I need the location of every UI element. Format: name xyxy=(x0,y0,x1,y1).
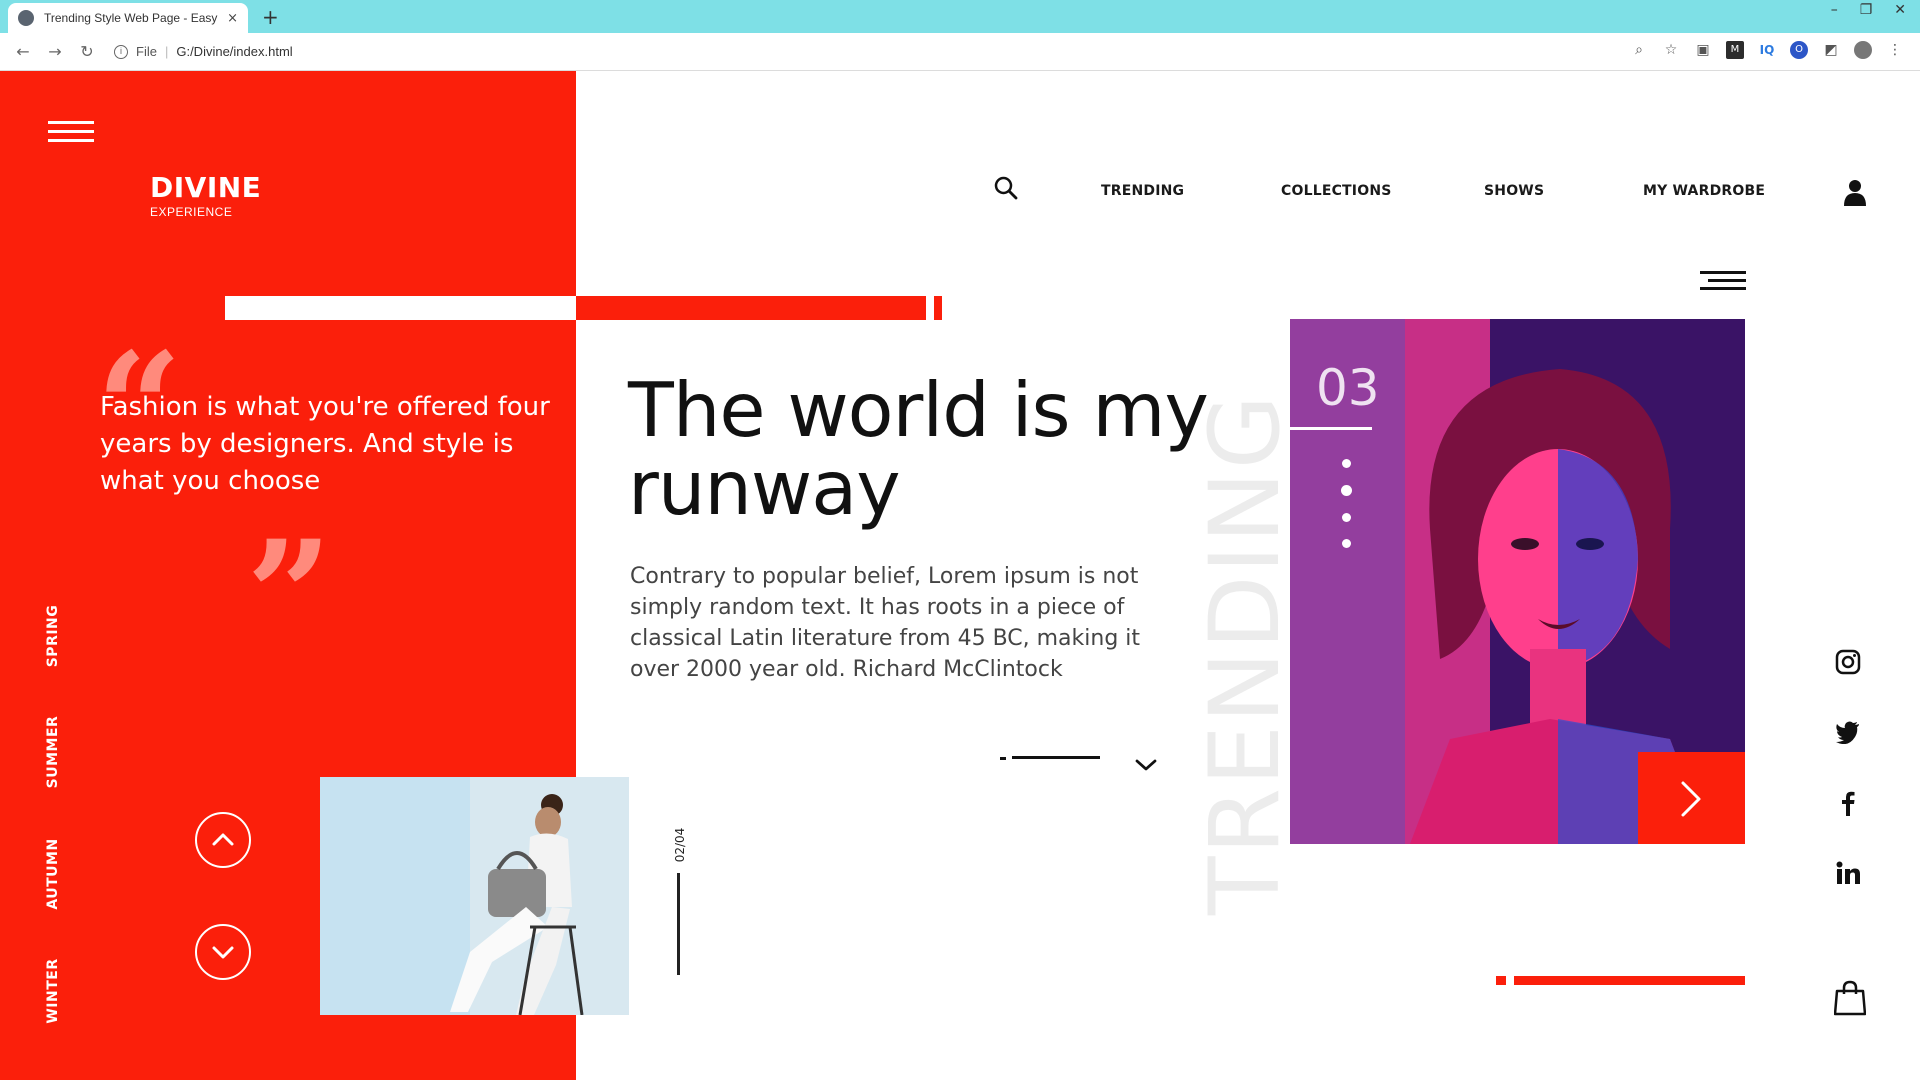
scroll-down-button[interactable] xyxy=(195,924,251,980)
brand-logo[interactable]: DIVINE EXPERIENCE xyxy=(150,171,261,219)
slider-indicator-dash xyxy=(1000,757,1006,760)
pagination-dot[interactable] xyxy=(1342,539,1351,548)
feature-photo[interactable]: 03 xyxy=(1290,319,1745,844)
browser-tab-bar: Trending Style Web Page - Easy × + – ❐ ✕ xyxy=(0,0,1920,33)
hero-body-text: Contrary to popular belief, Lorem ipsum … xyxy=(630,564,1141,682)
fashion-model-photo[interactable] xyxy=(320,777,629,1015)
linkedin-icon xyxy=(1836,861,1860,884)
instagram-link[interactable] xyxy=(1835,649,1861,679)
search-icon xyxy=(994,176,1018,200)
decorative-red-bar-small xyxy=(934,296,942,320)
reload-icon[interactable]: ↻ xyxy=(78,42,96,61)
decorative-red-mark xyxy=(1496,976,1506,985)
chevron-down-icon xyxy=(1135,759,1157,771)
season-summer[interactable]: SUMMER xyxy=(38,712,68,792)
close-window-icon[interactable]: ✕ xyxy=(1894,2,1906,18)
o-extension-icon[interactable]: O xyxy=(1790,41,1808,59)
pdf-extension-icon[interactable]: ◩ xyxy=(1822,41,1840,59)
facebook-link[interactable] xyxy=(1840,790,1856,820)
user-icon xyxy=(1844,180,1866,206)
window-controls: – ❐ ✕ xyxy=(1831,2,1906,18)
next-slide-button[interactable] xyxy=(1638,752,1745,844)
trending-vertical-label: TRENDING xyxy=(1189,392,1301,915)
bookmark-star-icon[interactable]: ☆ xyxy=(1662,41,1680,59)
twitter-icon xyxy=(1836,721,1859,745)
nav-shows[interactable]: SHOWS xyxy=(1484,183,1544,199)
quote-close-mark: ” xyxy=(246,508,333,684)
back-icon[interactable]: ← xyxy=(14,42,32,61)
extension-icons: ⌕ ☆ ▣ M IQ O ◩ ⋮ xyxy=(1630,41,1904,59)
restore-icon[interactable]: ❐ xyxy=(1860,2,1873,18)
decorative-red-bar xyxy=(576,296,926,320)
feature-pagination-dots xyxy=(1341,459,1352,565)
season-winter[interactable]: WINTER xyxy=(38,951,68,1031)
decorative-white-bar xyxy=(225,296,576,320)
hero-headline: The world is my runway xyxy=(628,366,1209,532)
expand-button[interactable] xyxy=(1134,757,1158,777)
browser-menu-icon[interactable]: ⋮ xyxy=(1886,41,1904,59)
nav-my-wardrobe[interactable]: MY WARDROBE xyxy=(1643,183,1765,199)
quote-text: Fashion is what you're offered four year… xyxy=(100,392,550,496)
nav-collections[interactable]: COLLECTIONS xyxy=(1281,183,1392,199)
seated-model-illustration xyxy=(320,777,629,1015)
info-icon[interactable]: i xyxy=(114,44,128,59)
user-account-button[interactable] xyxy=(1843,179,1867,211)
twitter-link[interactable] xyxy=(1835,720,1861,748)
profile-avatar-icon[interactable] xyxy=(1854,41,1872,59)
brand-subtitle: EXPERIENCE xyxy=(150,205,233,219)
nav-trending[interactable]: TRENDING xyxy=(1101,183,1184,199)
hero-headline-line-2: runway xyxy=(628,444,901,532)
chevron-down-icon xyxy=(212,946,234,959)
slide-counter-label: 02/04 xyxy=(673,827,687,863)
minimize-icon[interactable]: – xyxy=(1831,2,1838,18)
url-scheme: File xyxy=(136,44,157,59)
decorative-red-bottom-bar xyxy=(1514,976,1745,985)
new-tab-button[interactable]: + xyxy=(262,5,279,29)
season-autumn[interactable]: AUTUMN xyxy=(38,834,68,914)
pagination-dot[interactable] xyxy=(1342,513,1351,522)
brand-name: DIVINE xyxy=(150,171,262,204)
facebook-icon xyxy=(1842,791,1855,816)
pagination-dot[interactable] xyxy=(1342,459,1351,468)
tab-favicon-icon xyxy=(18,10,34,26)
iq-extension-icon[interactable]: IQ xyxy=(1758,41,1776,59)
url-separator: | xyxy=(164,44,169,59)
url-field[interactable]: i File | G:/Divine/index.html xyxy=(114,44,293,59)
camera-extension-icon[interactable]: ▣ xyxy=(1694,41,1712,59)
tab-close-icon[interactable]: × xyxy=(227,11,238,26)
slider-indicator-line[interactable] xyxy=(1012,756,1100,759)
page: DIVINE EXPERIENCE “ Fashion is what you'… xyxy=(0,71,1920,1080)
zoom-icon[interactable]: ⌕ xyxy=(1630,41,1648,59)
tab-title: Trending Style Web Page - Easy xyxy=(44,11,218,25)
season-spring[interactable]: SPRING xyxy=(38,596,68,676)
feature-number-underline xyxy=(1290,427,1372,430)
m-extension-icon[interactable]: M xyxy=(1726,41,1744,59)
scroll-up-button[interactable] xyxy=(195,812,251,868)
instagram-icon xyxy=(1835,649,1861,675)
linkedin-link[interactable] xyxy=(1835,861,1861,889)
browser-address-bar: ← → ↻ i File | G:/Divine/index.html ⌕ ☆ … xyxy=(0,33,1920,71)
pagination-dot[interactable] xyxy=(1341,485,1352,496)
chevron-right-icon xyxy=(1681,781,1701,817)
shopping-bag-button[interactable] xyxy=(1833,980,1867,1020)
forward-icon[interactable]: → xyxy=(46,42,64,61)
chevron-up-icon xyxy=(212,833,234,846)
url-text: G:/Divine/index.html xyxy=(176,44,293,59)
hamburger-menu-icon[interactable] xyxy=(48,121,94,148)
slide-counter-line xyxy=(677,873,680,975)
shopping-bag-icon xyxy=(1833,980,1867,1016)
search-button[interactable] xyxy=(993,175,1019,205)
browser-tab[interactable]: Trending Style Web Page - Easy × xyxy=(8,3,248,33)
hero-headline-line-1: The world is my xyxy=(628,366,1209,454)
content-menu-icon[interactable] xyxy=(1700,271,1746,295)
feature-number: 03 xyxy=(1316,359,1380,417)
